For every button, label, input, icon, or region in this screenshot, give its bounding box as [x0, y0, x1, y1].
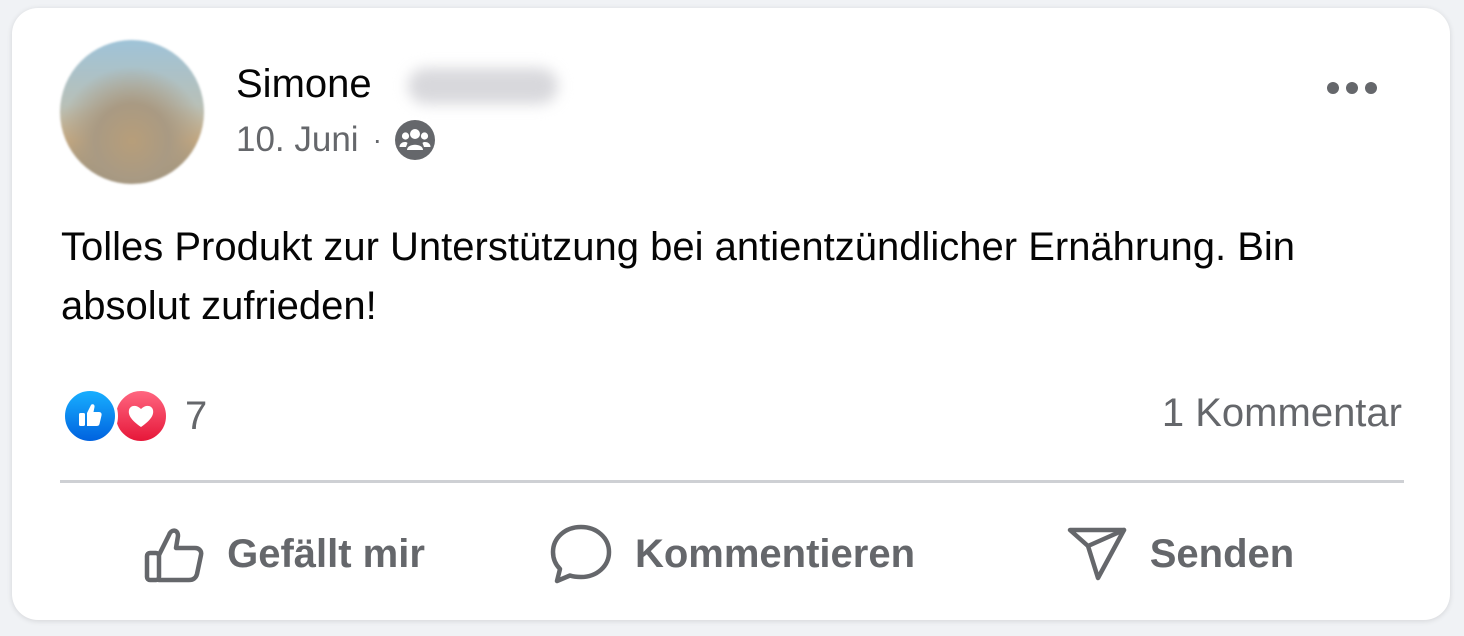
meta-separator: · — [372, 124, 382, 155]
more-horizontal-icon — [1327, 82, 1377, 94]
friends-icon[interactable] — [394, 119, 436, 161]
author-name[interactable]: Simone — [236, 60, 372, 108]
divider — [60, 480, 1404, 483]
like-button[interactable]: Gefällt mir — [60, 508, 508, 600]
post-card: Simone 10. Juni · Tolles Produkt zur Unt… — [12, 8, 1450, 620]
post-meta: 10. Juni · — [236, 118, 436, 162]
author-surname-blurred — [408, 68, 558, 104]
avatar[interactable] — [60, 40, 204, 184]
like-label: Gefällt mir — [227, 531, 425, 576]
action-bar: Gefällt mir Kommentieren Senden — [60, 508, 1404, 600]
thumbs-up-icon — [144, 528, 204, 583]
reactions-summary[interactable]: 7 — [62, 388, 207, 444]
reaction-count: 7 — [185, 393, 208, 438]
comment-count[interactable]: 1 Kommentar — [1162, 391, 1402, 436]
comment-bubble-icon — [550, 524, 612, 584]
comment-label: Kommentieren — [634, 531, 916, 576]
send-icon — [1067, 527, 1126, 581]
post-text: Tolles Produkt zur Unterstützung bei ant… — [61, 225, 1296, 328]
more-options-button[interactable] — [1316, 64, 1388, 112]
send-button[interactable]: Senden — [956, 508, 1404, 600]
like-reaction-icon — [62, 388, 118, 444]
post-date[interactable]: 10. Juni — [236, 118, 359, 162]
send-label: Senden — [1149, 531, 1295, 576]
love-reaction-icon — [113, 388, 169, 444]
comment-button[interactable]: Kommentieren — [508, 508, 956, 600]
